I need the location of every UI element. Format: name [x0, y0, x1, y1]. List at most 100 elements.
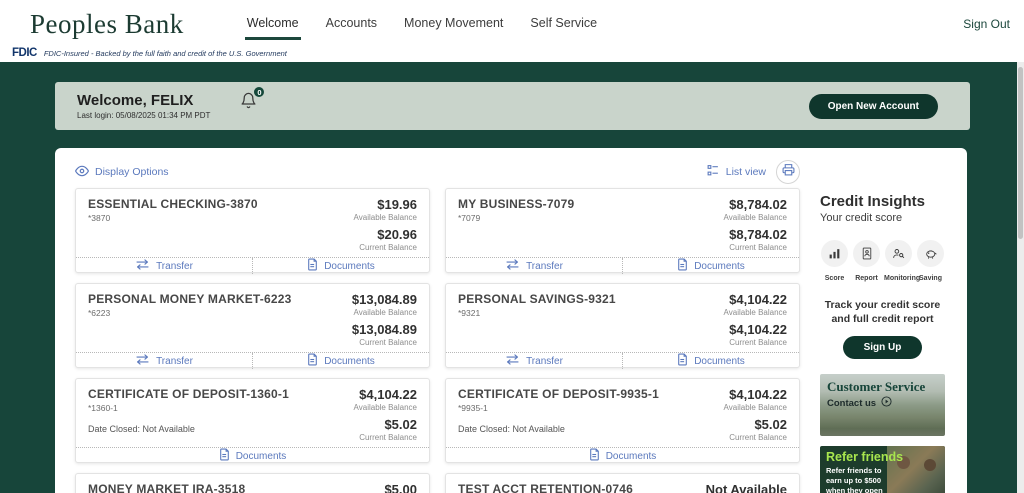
card-body: PERSONAL SAVINGS-9321 *9321 $4,104.22 Av…	[446, 284, 799, 352]
documents-button[interactable]: Documents	[446, 448, 799, 464]
documents-label: Documents	[605, 450, 657, 462]
documents-button[interactable]: Documents	[623, 258, 799, 274]
account-title: CERTIFICATE OF DEPOSIT-9935-1	[458, 387, 659, 401]
account-card-personal-money-market[interactable]: PERSONAL MONEY MARKET-6223 *6223 $13,084…	[75, 283, 430, 369]
customer-service-banner[interactable]: Customer Service Contact us	[820, 374, 945, 437]
account-title: TEST ACCT RETENTION-0746	[458, 482, 634, 493]
card-body: MONEY MARKET IRA-3518 $5.00	[76, 474, 429, 493]
current-amount: $5.02	[754, 417, 787, 432]
account-card-personal-savings[interactable]: PERSONAL SAVINGS-9321 *9321 $4,104.22 Av…	[445, 283, 800, 369]
bar-chart-icon	[821, 240, 848, 267]
sign-up-button[interactable]: Sign Up	[842, 336, 923, 360]
card-left: MY BUSINESS-7079 *7079	[458, 197, 574, 257]
documents-button[interactable]: Documents	[76, 448, 429, 464]
feature-label: Score	[824, 275, 845, 282]
current-label: Current Balance	[359, 338, 417, 347]
document-icon	[307, 353, 318, 369]
current-label: Current Balance	[359, 433, 417, 442]
tab-money-movement[interactable]: Money Movement	[404, 16, 503, 32]
account-card-cd-1360[interactable]: CERTIFICATE OF DEPOSIT-1360-1 *1360-1 Da…	[75, 378, 430, 463]
documents-label: Documents	[235, 450, 287, 462]
document-icon	[677, 258, 688, 274]
tab-self-service[interactable]: Self Service	[530, 16, 597, 32]
documents-button[interactable]: Documents	[253, 258, 429, 274]
display-options-label: Display Options	[95, 166, 169, 178]
tab-accounts[interactable]: Accounts	[326, 16, 377, 32]
account-title: PERSONAL SAVINGS-9321	[458, 292, 616, 306]
document-icon	[677, 353, 688, 369]
bank-logo[interactable]: Peoples Bank	[30, 9, 184, 40]
card-left: CERTIFICATE OF DEPOSIT-1360-1 *1360-1 Da…	[88, 387, 289, 447]
available-label: Available Balance	[353, 213, 417, 222]
tab-welcome[interactable]: Welcome	[244, 16, 301, 40]
available-amount: $4,104.22	[729, 387, 787, 402]
transfer-button[interactable]: Transfer	[446, 258, 622, 274]
transfer-label: Transfer	[526, 260, 563, 272]
document-icon	[219, 448, 230, 464]
account-card-cd-9935[interactable]: CERTIFICATE OF DEPOSIT-9935-1 *9935-1 Da…	[445, 378, 800, 463]
account-card-test-acct-retention[interactable]: TEST ACCT RETENTION-0746 Not Available	[445, 473, 800, 493]
list-view-button[interactable]: List view	[706, 164, 766, 180]
card-body: CERTIFICATE OF DEPOSIT-1360-1 *1360-1 Da…	[76, 379, 429, 447]
available-label: Available Balance	[723, 213, 787, 222]
feature-score[interactable]: Score	[820, 240, 849, 282]
print-button[interactable]	[776, 160, 800, 184]
card-left: TEST ACCT RETENTION-0746	[458, 482, 633, 493]
fdic-banner: FDIC FDIC-Insured - Backed by the full f…	[0, 46, 1024, 60]
card-left: PERSONAL MONEY MARKET-6223 *6223	[88, 292, 291, 352]
transfer-button[interactable]: Transfer	[76, 353, 252, 369]
report-icon	[853, 240, 880, 267]
transfer-icon	[505, 259, 520, 273]
card-balances: $5.00	[384, 482, 417, 493]
contact-us-label: Contact us	[827, 397, 877, 409]
account-title: PERSONAL MONEY MARKET-6223	[88, 292, 292, 306]
sign-out-link[interactable]: Sign Out	[963, 17, 1010, 31]
available-label: Available Balance	[723, 308, 787, 317]
account-card-money-market-ira[interactable]: MONEY MARKET IRA-3518 $5.00	[75, 473, 430, 493]
notifications-button[interactable]: 0	[240, 86, 266, 114]
feature-monitoring[interactable]: Monitoring	[884, 240, 920, 282]
notification-badge: 0	[253, 86, 266, 98]
credit-insights-description: Track your credit score and full credit …	[824, 299, 941, 325]
card-body: PERSONAL MONEY MARKET-6223 *6223 $13,084…	[76, 284, 429, 352]
date-closed-note: Date Closed: Not Available	[458, 424, 565, 434]
transfer-button[interactable]: Transfer	[76, 258, 252, 274]
card-balances: $4,104.22 Available Balance $5.02 Curren…	[354, 387, 417, 447]
refer-friends-banner[interactable]: Refer friends Refer friends to earn up t…	[820, 446, 945, 493]
available-amount: $4,104.22	[729, 292, 787, 307]
account-title: MY BUSINESS-7079	[458, 197, 575, 211]
vertical-scrollbar-thumb[interactable]	[1018, 67, 1023, 239]
current-amount: $5.02	[384, 417, 417, 432]
available-label: Available Balance	[353, 308, 417, 317]
account-card-my-business[interactable]: MY BUSINESS-7079 *7079 $8,784.02 Availab…	[445, 188, 800, 274]
transfer-label: Transfer	[156, 260, 193, 272]
card-body: CERTIFICATE OF DEPOSIT-9935-1 *9935-1 Da…	[446, 379, 799, 447]
available-amount: $19.96	[377, 197, 417, 212]
credit-insights-title: Credit Insights	[820, 193, 926, 210]
open-new-account-button[interactable]: Open New Account	[808, 93, 938, 119]
account-masked-number: *7079	[458, 213, 481, 223]
feature-saving[interactable]: Saving	[916, 240, 945, 282]
documents-button[interactable]: Documents	[253, 353, 429, 369]
documents-button[interactable]: Documents	[623, 353, 799, 369]
feature-report[interactable]: Report	[852, 240, 881, 282]
vertical-scrollbar-track[interactable]	[1017, 62, 1024, 493]
card-actions: Transfer Documents	[446, 257, 799, 274]
display-options-button[interactable]: Display Options	[74, 164, 169, 181]
transfer-label: Transfer	[156, 355, 193, 367]
account-card-essential-checking[interactable]: ESSENTIAL CHECKING-3870 *3870 $19.96 Ava…	[75, 188, 430, 274]
card-balances: $4,104.22 Available Balance $5.02 Curren…	[724, 387, 787, 447]
available-amount: Not Available	[705, 482, 787, 493]
accounts-section: Display Options List view ESSENTIAL CHEC…	[74, 160, 800, 493]
available-amount: $4,104.22	[359, 387, 417, 402]
documents-label: Documents	[694, 355, 745, 367]
transfer-icon	[135, 259, 150, 273]
card-left: PERSONAL SAVINGS-9321 *9321	[458, 292, 616, 352]
card-left: ESSENTIAL CHECKING-3870 *3870	[88, 197, 258, 257]
transfer-button[interactable]: Transfer	[446, 353, 622, 369]
header-row: Peoples Bank Welcome Accounts Money Move…	[0, 0, 1024, 46]
contact-us-link[interactable]: Contact us	[827, 396, 938, 410]
card-balances: Not Available	[706, 482, 787, 493]
accounts-toolbar: Display Options List view	[74, 160, 800, 184]
eye-icon	[74, 164, 90, 181]
